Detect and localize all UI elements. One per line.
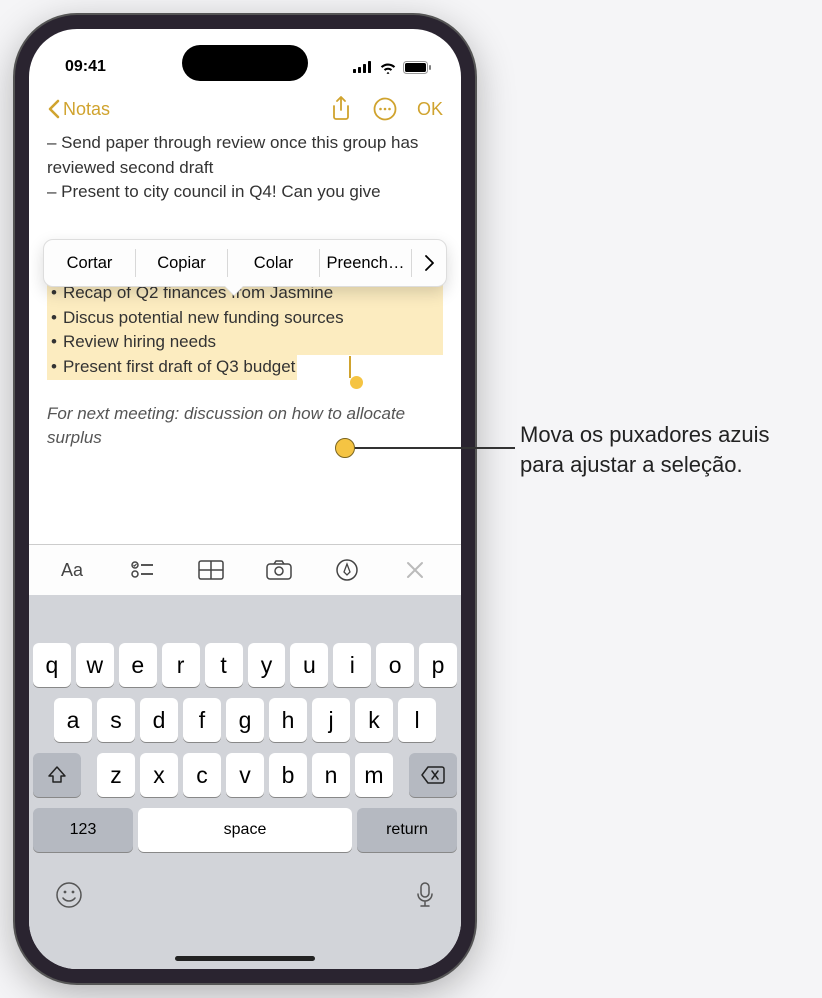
emoji-key[interactable] xyxy=(55,881,83,914)
key-u[interactable]: u xyxy=(290,643,328,687)
selection-item: Discus potential new funding sources xyxy=(47,306,443,331)
key-s[interactable]: s xyxy=(97,698,135,742)
emoji-icon xyxy=(55,881,83,909)
checklist-icon xyxy=(131,560,155,580)
camera-button[interactable] xyxy=(264,555,294,585)
share-icon xyxy=(331,96,351,122)
status-indicators xyxy=(353,61,431,74)
ellipsis-circle-icon xyxy=(373,97,397,121)
selection-item: Present first draft of Q3 budget xyxy=(47,355,297,380)
keyboard-row-2: asdfghjkl xyxy=(33,698,457,742)
numbers-key[interactable]: 123 xyxy=(33,808,133,852)
key-l[interactable]: l xyxy=(398,698,436,742)
wifi-icon xyxy=(379,61,397,74)
table-icon xyxy=(198,560,224,580)
key-k[interactable]: k xyxy=(355,698,393,742)
key-v[interactable]: v xyxy=(226,753,264,797)
menu-cut[interactable]: Cortar xyxy=(44,254,135,273)
checklist-button[interactable] xyxy=(128,555,158,585)
aa-icon: Aa xyxy=(61,560,89,580)
phone-frame: 09:41 Notas OK – Sen xyxy=(15,15,475,983)
close-icon xyxy=(406,561,424,579)
share-button[interactable] xyxy=(329,97,353,121)
key-q[interactable]: q xyxy=(33,643,71,687)
keyboard-row-1: qwertyuiop xyxy=(33,643,457,687)
note-content[interactable]: – Send paper through review once this gr… xyxy=(29,125,461,451)
key-y[interactable]: y xyxy=(248,643,286,687)
shift-icon xyxy=(47,765,67,785)
backspace-key[interactable] xyxy=(409,753,457,797)
text-format-button[interactable]: Aa xyxy=(60,555,90,585)
shift-key[interactable] xyxy=(33,753,81,797)
key-r[interactable]: r xyxy=(162,643,200,687)
done-button[interactable]: OK xyxy=(417,99,443,120)
back-button[interactable]: Notas xyxy=(47,99,110,120)
key-z[interactable]: z xyxy=(97,753,135,797)
key-m[interactable]: m xyxy=(355,753,393,797)
keyboard-row-4: 123 space return xyxy=(33,808,457,852)
keyboard: qwertyuiop asdfghjkl zxcvbnm 123 space r… xyxy=(29,595,461,969)
table-button[interactable] xyxy=(196,555,226,585)
close-toolbar-button[interactable] xyxy=(400,555,430,585)
menu-fill[interactable]: Preench… xyxy=(320,254,411,273)
key-g[interactable]: g xyxy=(226,698,264,742)
home-indicator[interactable] xyxy=(175,956,315,961)
chevron-left-icon xyxy=(47,99,61,119)
keyboard-bottom-row xyxy=(33,863,457,914)
key-j[interactable]: j xyxy=(312,698,350,742)
format-toolbar: Aa xyxy=(29,544,461,595)
note-line: – Send paper through review once this gr… xyxy=(47,131,443,180)
keyboard-suggestions xyxy=(33,603,457,643)
selection-item: Review hiring needs xyxy=(47,330,443,355)
nav-bar: Notas OK xyxy=(29,87,461,125)
key-p[interactable]: p xyxy=(419,643,457,687)
back-label: Notas xyxy=(63,99,110,120)
menu-more[interactable] xyxy=(411,249,446,277)
key-f[interactable]: f xyxy=(183,698,221,742)
callout-leader-line xyxy=(345,447,515,449)
key-w[interactable]: w xyxy=(76,643,114,687)
key-x[interactable]: x xyxy=(140,753,178,797)
key-c[interactable]: c xyxy=(183,753,221,797)
nav-actions: OK xyxy=(329,97,443,121)
battery-icon xyxy=(403,61,431,74)
key-h[interactable]: h xyxy=(269,698,307,742)
menu-copy[interactable]: Copiar xyxy=(136,254,227,273)
key-t[interactable]: t xyxy=(205,643,243,687)
keyboard-row-3: zxcvbnm xyxy=(33,753,457,797)
mic-icon xyxy=(415,881,435,909)
key-n[interactable]: n xyxy=(312,753,350,797)
pen-icon xyxy=(336,559,358,581)
menu-paste[interactable]: Colar xyxy=(228,254,319,273)
text-cursor xyxy=(349,356,351,378)
cellular-icon xyxy=(353,61,373,73)
status-time: 09:41 xyxy=(65,58,106,76)
space-key[interactable]: space xyxy=(138,808,352,852)
key-b[interactable]: b xyxy=(269,753,307,797)
dictation-key[interactable] xyxy=(415,881,435,914)
note-footer: For next meeting: discussion on how to a… xyxy=(47,402,443,451)
backspace-icon xyxy=(421,766,445,784)
phone-screen: 09:41 Notas OK – Sen xyxy=(29,29,461,969)
more-button[interactable] xyxy=(373,97,397,121)
context-menu: Cortar Copiar Colar Preench… xyxy=(43,239,447,287)
note-line: – Present to city council in Q4! Can you… xyxy=(47,180,443,205)
dynamic-island xyxy=(182,45,308,81)
key-i[interactable]: i xyxy=(333,643,371,687)
svg-text:Aa: Aa xyxy=(61,560,84,580)
selection-handle-end[interactable] xyxy=(350,376,363,389)
return-key[interactable]: return xyxy=(357,808,457,852)
markup-button[interactable] xyxy=(332,555,362,585)
key-e[interactable]: e xyxy=(119,643,157,687)
key-a[interactable]: a xyxy=(54,698,92,742)
chevron-right-icon xyxy=(425,255,434,271)
key-d[interactable]: d xyxy=(140,698,178,742)
camera-icon xyxy=(266,560,292,580)
callout-marker xyxy=(335,438,355,458)
key-o[interactable]: o xyxy=(376,643,414,687)
callout-text: Mova os puxadores azuis para ajustar a s… xyxy=(520,420,800,479)
